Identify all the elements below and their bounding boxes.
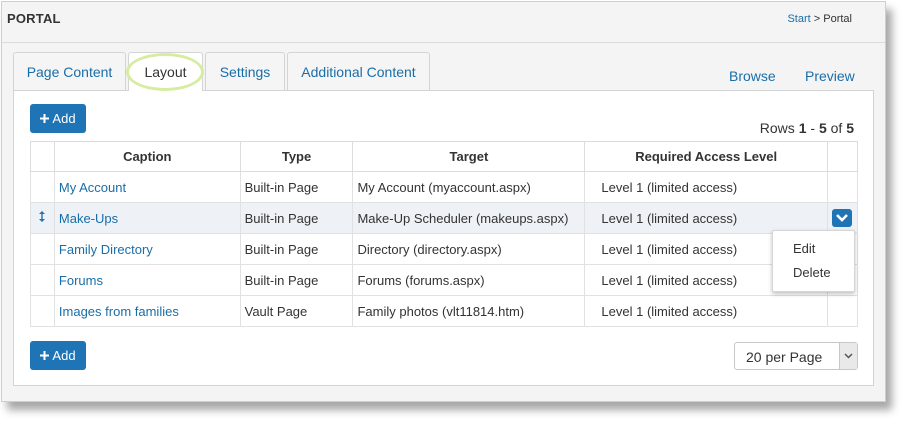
plus-icon [40,111,50,126]
rows-total: 5 [846,120,854,136]
type-cell: Built-in Page [239,202,354,234]
per-page-select[interactable]: 20 per Page [734,342,858,370]
layout-panel: Add Rows 1 - 5 of 5 Caption Type Target … [13,90,874,386]
actions-column-header [826,141,859,172]
table-row[interactable]: Forums Built-in Page Forums (forums.aspx… [30,264,859,296]
actions-cell [826,295,859,327]
column-header-target[interactable]: Target [352,141,586,172]
drag-cell [30,264,55,296]
table-header-row: Caption Type Target Required Access Leve… [30,141,859,172]
target-cell: Family photos (vlt11814.htm) [352,295,586,327]
rows-prefix: Rows [759,120,795,136]
caption-link[interactable]: Images from families [53,295,241,327]
access-cell: Level 1 (limited access) [584,202,828,234]
rows-from: 1 [798,120,807,136]
add-button-bottom[interactable]: Add [30,341,86,370]
table-row[interactable]: Make-Ups Built-in Page Make-Up Scheduler… [30,202,859,234]
column-header-access-level[interactable]: Required Access Level [584,141,828,172]
breadcrumb-current: Portal [823,13,852,25]
target-cell: Directory (directory.aspx) [352,233,586,265]
type-cell: Built-in Page [239,171,354,203]
browse-link[interactable]: Browse [729,68,776,84]
tab-page-content[interactable]: Page Content [13,52,126,90]
column-header-type[interactable]: Type [239,141,354,172]
chevron-down-icon [836,214,849,222]
rows-to: 5 [818,120,827,136]
type-cell: Built-in Page [239,233,354,265]
per-page-value: 20 per Page [746,349,823,365]
caption-link[interactable]: Forums [53,264,241,296]
rows-info: Rows 1 - 5 of 5 [760,120,854,136]
menu-item-edit[interactable]: Edit [773,237,854,261]
drag-cell [30,233,55,265]
page-title: PORTAL [7,11,61,26]
type-cell: Built-in Page [239,264,354,296]
pages-table: Caption Type Target Required Access Leve… [30,141,859,327]
actions-cell [826,202,859,234]
table-row[interactable]: Images from families Vault Page Family p… [30,295,859,327]
tab-layout[interactable]: Layout [128,52,203,91]
add-button-top[interactable]: Add [30,104,86,133]
drag-column-header [30,141,55,172]
target-cell: Make-Up Scheduler (makeups.aspx) [352,202,586,234]
target-cell: My Account (myaccount.aspx) [352,171,586,203]
access-cell: Level 1 (limited access) [584,171,828,203]
menu-item-delete[interactable]: Delete [773,261,854,285]
tab-settings[interactable]: Settings [205,52,285,90]
page-header: PORTAL Start > Portal [2,2,885,43]
rows-of: of [830,120,843,136]
drag-cell [30,295,55,327]
breadcrumb-start-link[interactable]: Start [787,13,810,25]
row-actions-menu: Edit Delete [772,230,855,292]
drag-handle-icon[interactable] [30,202,55,234]
preview-link[interactable]: Preview [805,68,855,84]
table-row[interactable]: My Account Built-in Page My Account (mya… [30,171,859,203]
chevron-down-icon[interactable] [839,343,857,369]
plus-icon [40,348,50,363]
add-button-label: Add [52,111,76,126]
type-cell: Vault Page [239,295,354,327]
target-cell: Forums (forums.aspx) [352,264,586,296]
column-header-caption[interactable]: Caption [53,141,241,172]
caption-link[interactable]: Make-Ups [53,202,241,234]
access-cell: Level 1 (limited access) [584,295,828,327]
table-row[interactable]: Family Directory Built-in Page Directory… [30,233,859,265]
rows-dash: - [810,120,816,136]
portal-window: PORTAL Start > Portal Page Content Layou… [1,1,886,402]
add-button-label: Add [52,348,76,363]
breadcrumb: Start > Portal [787,13,852,25]
tab-additional-content[interactable]: Additional Content [287,52,430,90]
row-actions-dropdown-button[interactable] [832,209,853,227]
breadcrumb-separator: > [813,13,821,25]
caption-link[interactable]: My Account [53,171,241,203]
drag-cell [30,171,55,203]
actions-cell [826,171,859,203]
caption-link[interactable]: Family Directory [53,233,241,265]
